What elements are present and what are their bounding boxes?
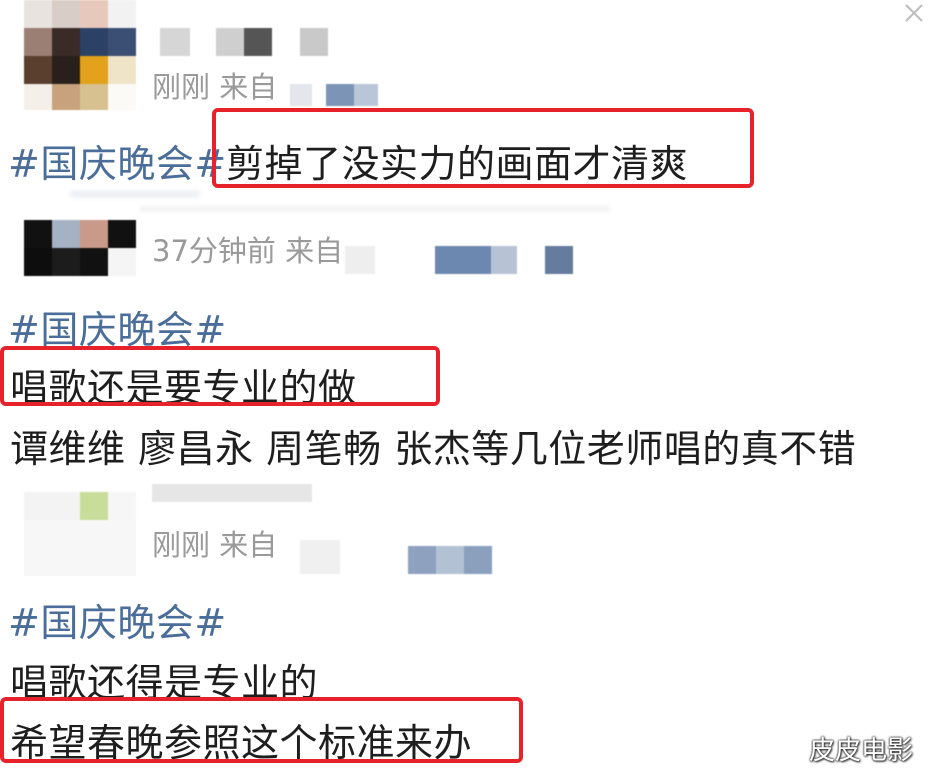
username-blurred[interactable] [152,484,312,502]
avatar[interactable] [24,220,136,276]
source-blurred [290,84,380,106]
post-meta: 37分钟前 来自 [152,234,344,268]
post-text-line: 谭维维 廖昌永 周笔畅 张杰等几位老师唱的真不错 [10,427,857,471]
highlight-box [0,346,440,406]
avatar[interactable] [24,0,136,110]
highlight-box [212,108,754,188]
source-blurred [300,540,500,574]
topic-tag[interactable]: #国庆晚会# [8,133,227,188]
post-meta: 刚刚 来自 [152,528,278,562]
avatar[interactable] [24,492,136,576]
post-meta: 刚刚 来自 [152,70,278,104]
divider [70,190,200,198]
username-blurred[interactable] [160,28,330,56]
watermark: 皮皮电影 [808,736,913,766]
topic-tag[interactable]: #国庆晚会# [8,592,227,647]
close-icon[interactable] [903,2,925,24]
divider [140,206,610,212]
highlight-box [0,697,523,763]
source-blurred [345,246,585,274]
